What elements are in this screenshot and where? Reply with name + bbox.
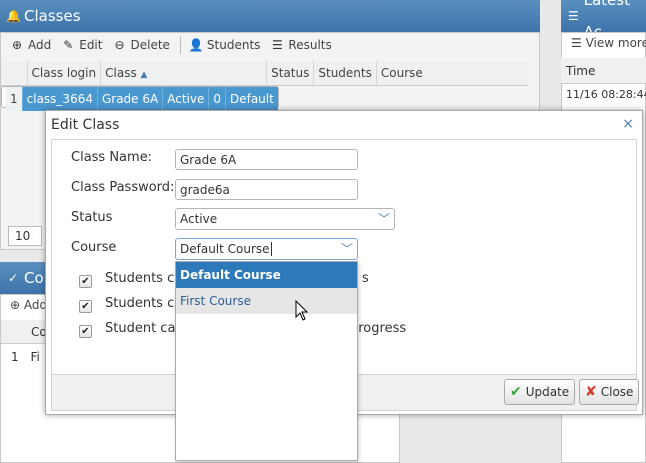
row-number-header bbox=[1, 61, 28, 86]
latest-time-value: 11/16 08:28:44 bbox=[566, 88, 646, 101]
course-select[interactable]: Default Course ﹀ bbox=[175, 238, 358, 260]
classes-panel-title: Classes bbox=[24, 7, 81, 25]
chevron-down-icon: ﹀ bbox=[377, 212, 390, 226]
close-icon[interactable]: × bbox=[622, 116, 634, 132]
add-button[interactable]: ⊕ Add bbox=[10, 38, 51, 52]
toolbar-divider bbox=[179, 36, 181, 54]
course-option-default[interactable]: Default Course bbox=[176, 262, 357, 288]
plus-circle-icon: ⊕ bbox=[11, 38, 23, 52]
column-header-class[interactable]: Class ▲ bbox=[100, 61, 268, 86]
column-header-students[interactable]: Students bbox=[313, 61, 377, 86]
courses-row[interactable]: 1 Fi bbox=[1, 345, 45, 369]
course-label: Course bbox=[71, 240, 117, 255]
column-header-course[interactable]: Course bbox=[376, 61, 528, 86]
courses-header-row: Co bbox=[1, 320, 47, 344]
classes-table: Class login Class ▲ Status Students Cour… bbox=[1, 61, 528, 111]
check-circle-icon: ✓ bbox=[7, 271, 19, 285]
dialog-title: Edit Class bbox=[46, 111, 642, 139]
course-dropdown-list: Default Course First Course bbox=[175, 261, 358, 461]
text-cursor bbox=[270, 242, 272, 256]
delete-button[interactable]: ⊖ Delete bbox=[112, 38, 169, 52]
user-icon: 👤 bbox=[188, 38, 204, 52]
pager-size-select[interactable]: 10 bbox=[8, 226, 42, 246]
class-password-label: Class Password: bbox=[71, 180, 175, 195]
course-option-first[interactable]: First Course bbox=[176, 288, 357, 314]
mouse-cursor-icon bbox=[295, 300, 309, 321]
close-button[interactable]: ✘ Close bbox=[579, 379, 640, 405]
checkbox-option-1-label-end: s bbox=[362, 271, 369, 286]
column-header-status[interactable]: Status bbox=[266, 61, 315, 86]
checkbox-option-3-label-start: Student ca bbox=[105, 321, 176, 336]
bell-icon: 🔔 bbox=[6, 9, 21, 23]
view-more-button[interactable]: ☰ View more bbox=[571, 36, 646, 50]
latest-time-header: Time bbox=[561, 58, 646, 84]
checkbox-option-1[interactable]: ✔ bbox=[79, 275, 92, 288]
cross-icon: ✘ bbox=[585, 384, 597, 400]
class-name-label: Class Name: bbox=[71, 150, 153, 165]
classes-panel-header: 🔔 Classes bbox=[0, 0, 540, 32]
results-button[interactable]: ☰ Results bbox=[270, 38, 332, 52]
status-select[interactable]: Active ﹀ bbox=[175, 208, 395, 230]
checkmark-icon: ✔ bbox=[510, 384, 522, 400]
checkbox-option-2-label-start: Students ca bbox=[105, 296, 183, 311]
class-password-input[interactable] bbox=[175, 179, 358, 200]
edit-button[interactable]: ✎ Edit bbox=[61, 38, 102, 52]
column-header-class-login[interactable]: Class login bbox=[27, 61, 102, 86]
sort-asc-icon: ▲ bbox=[140, 69, 148, 80]
checkbox-option-3-label-end: progress bbox=[350, 321, 407, 336]
update-button[interactable]: ✔ Update bbox=[504, 379, 576, 405]
chevron-down-icon: ﹀ bbox=[340, 242, 353, 256]
courses-add-button[interactable]: ⊕ Add bbox=[10, 298, 47, 312]
minus-circle-icon: ⊖ bbox=[114, 38, 125, 52]
latest-panel-header: ☰ Latest Ac bbox=[561, 0, 646, 41]
students-button[interactable]: 👤 Students bbox=[189, 38, 261, 52]
list-icon: ☰ bbox=[571, 36, 582, 50]
checkbox-option-3[interactable]: ✔ bbox=[79, 325, 92, 338]
courses-panel-title: Co bbox=[24, 269, 44, 287]
checkbox-option-2[interactable]: ✔ bbox=[79, 300, 92, 313]
status-label: Status bbox=[71, 210, 113, 225]
pencil-icon: ✎ bbox=[63, 38, 74, 52]
table-row[interactable]: 1 class_3664 Grade 6A Active 0 Default bbox=[1, 85, 279, 111]
classes-toolbar: ⊕ Add ✎ Edit ⊖ Delete 👤 Students ☰ Results bbox=[10, 32, 342, 58]
plus-circle-icon: ⊕ bbox=[10, 298, 21, 312]
courses-panel-header: ✓ Co bbox=[0, 262, 48, 294]
class-name-input[interactable] bbox=[175, 149, 358, 170]
list-icon: ☰ bbox=[567, 9, 579, 23]
list-icon: ☰ bbox=[272, 38, 283, 52]
checkbox-option-1-label-start: Students ca bbox=[105, 271, 183, 286]
